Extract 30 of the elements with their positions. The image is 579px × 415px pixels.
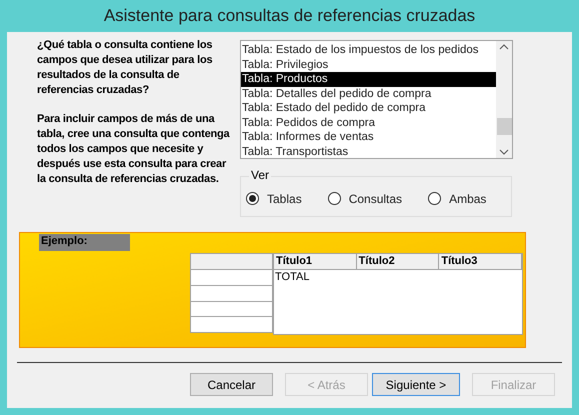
- group-legend: Ver: [249, 168, 272, 182]
- radio-label[interactable]: Consultas: [348, 190, 402, 208]
- list-item[interactable]: Tabla: Transportistas: [241, 144, 496, 158]
- column-header: Título2: [356, 254, 440, 270]
- scroll-up-icon[interactable]: [499, 44, 509, 50]
- window-title: Asistente para consultas de referencias cruzadas: [102, 5, 476, 28]
- example-label: Ejemplo:: [39, 234, 130, 251]
- dialog-button[interactable]: Siguiente >: [372, 373, 460, 396]
- column-header: Título3: [439, 254, 522, 270]
- list-item[interactable]: Tabla: Estado de los impuestos de los pedidos: [241, 43, 496, 58]
- dialog-button[interactable]: Cancelar: [190, 373, 273, 396]
- table-list[interactable]: [240, 40, 513, 159]
- column-header: Título1: [274, 254, 357, 270]
- hint-text: Para incluir campos de más de una tabla, cree una consulta que contenga todos los campos que necesite y después use esta consulta para crear la consulta de referencias cruzadas.: [37, 112, 231, 187]
- scrollbar[interactable]: [496, 41, 512, 158]
- scroll-down-icon[interactable]: [499, 149, 509, 155]
- list-item[interactable]: Tabla: Informes de ventas: [241, 130, 496, 144]
- list-item[interactable]: Tabla: Estado del pedido de compra: [241, 101, 496, 116]
- radio-button[interactable]: [246, 192, 259, 205]
- radio-label[interactable]: Ambas: [449, 190, 486, 208]
- radio-label[interactable]: Tablas: [267, 190, 302, 208]
- scroll-thumb[interactable]: [496, 118, 512, 134]
- list-item[interactable]: Tabla: Pedidos de compra: [241, 116, 496, 130]
- radio-button[interactable]: [428, 192, 442, 205]
- list-item[interactable]: Tabla: Detalles del pedido de compra: [241, 86, 496, 101]
- list-item[interactable]: Tabla: Productos: [241, 72, 496, 86]
- radio-button[interactable]: [328, 192, 341, 205]
- question-text: ¿Qué tabla o consulta contiene los campos que desea utilizar para los resultados de la consulta de referencias cruzadas?: [37, 38, 214, 98]
- table-cell: TOTAL: [274, 270, 310, 284]
- list-item[interactable]: Tabla: Privilegios: [241, 58, 496, 72]
